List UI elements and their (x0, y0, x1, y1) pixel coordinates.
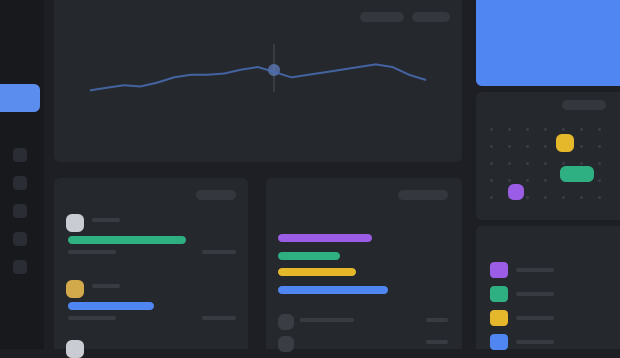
avatar (278, 314, 294, 330)
list-item-value (426, 318, 448, 322)
overview-panel (54, 0, 462, 162)
calendar-day[interactable] (598, 128, 601, 131)
legend-panel (476, 226, 620, 350)
middle-list-panel (266, 178, 462, 352)
category-bar-blue (278, 286, 388, 294)
calendar-day[interactable] (490, 196, 493, 199)
calendar-event-purple[interactable] (508, 184, 524, 200)
calendar-day[interactable] (544, 196, 547, 199)
calendar-day[interactable] (526, 128, 529, 131)
sidebar-item-icon[interactable] (13, 176, 27, 190)
progress-bar (68, 236, 186, 244)
progress-bar (68, 302, 154, 310)
calendar-day[interactable] (544, 145, 547, 148)
list-item-label (300, 318, 354, 322)
sidebar-item-icon[interactable] (13, 204, 27, 218)
sidebar (0, 0, 44, 349)
calendar-day[interactable] (598, 162, 601, 165)
calendar-day[interactable] (598, 196, 601, 199)
legend-label (516, 268, 554, 272)
middle-list-action[interactable] (398, 190, 448, 200)
category-bar-yellow (278, 268, 356, 276)
sidebar-item-active[interactable] (0, 84, 40, 112)
legend-item-yellow[interactable] (490, 310, 508, 326)
legend-item-purple[interactable] (490, 262, 508, 278)
avatar (66, 280, 84, 298)
calendar-day[interactable] (562, 196, 565, 199)
calendar-day[interactable] (598, 179, 601, 182)
list-item-value (202, 250, 236, 254)
list-item-label (92, 218, 120, 222)
calendar-day[interactable] (508, 145, 511, 148)
calendar-day[interactable] (508, 179, 511, 182)
calendar-day[interactable] (562, 162, 565, 165)
sidebar-item-icon[interactable] (13, 260, 27, 274)
calendar-day[interactable] (526, 145, 529, 148)
calendar-day[interactable] (598, 145, 601, 148)
calendar-panel (476, 92, 620, 220)
sidebar-item-icon[interactable] (13, 232, 27, 246)
avatar (66, 214, 84, 232)
legend-label (516, 340, 554, 344)
list-item-value (426, 340, 448, 344)
legend-item-blue[interactable] (490, 334, 508, 350)
calendar-day[interactable] (490, 179, 493, 182)
calendar-day[interactable] (544, 179, 547, 182)
calendar-day[interactable] (580, 162, 583, 165)
summary-card[interactable] (476, 0, 620, 86)
calendar-day[interactable] (490, 145, 493, 148)
calendar-day[interactable] (580, 128, 583, 131)
calendar-day[interactable] (544, 128, 547, 131)
chart-series-line (89, 63, 427, 92)
calendar-day[interactable] (526, 179, 529, 182)
list-item-value (202, 316, 236, 320)
calendar-day[interactable] (544, 162, 547, 165)
avatar (278, 336, 294, 352)
calendar-day[interactable] (526, 196, 529, 199)
legend-label (516, 292, 554, 296)
list-item-label (92, 284, 120, 288)
category-bar-green (278, 252, 340, 260)
calendar-action[interactable] (562, 100, 606, 110)
legend-item-green[interactable] (490, 286, 508, 302)
avatar (66, 340, 84, 358)
left-list-panel (54, 178, 248, 358)
left-list-action[interactable] (196, 190, 236, 200)
calendar-day[interactable] (526, 162, 529, 165)
calendar-event-green[interactable] (560, 166, 594, 182)
sidebar-item-icon[interactable] (13, 148, 27, 162)
calendar-day[interactable] (508, 162, 511, 165)
calendar-day[interactable] (580, 196, 583, 199)
calendar-event-yellow[interactable] (556, 134, 574, 152)
list-item-meta (68, 250, 116, 254)
category-bar-purple (278, 234, 372, 242)
calendar-day[interactable] (562, 128, 565, 131)
overview-line-chart (89, 44, 427, 92)
legend-label (516, 316, 554, 320)
calendar-day[interactable] (490, 128, 493, 131)
calendar-day[interactable] (580, 145, 583, 148)
calendar-day[interactable] (490, 162, 493, 165)
list-item-meta (68, 316, 116, 320)
calendar-day[interactable] (508, 128, 511, 131)
